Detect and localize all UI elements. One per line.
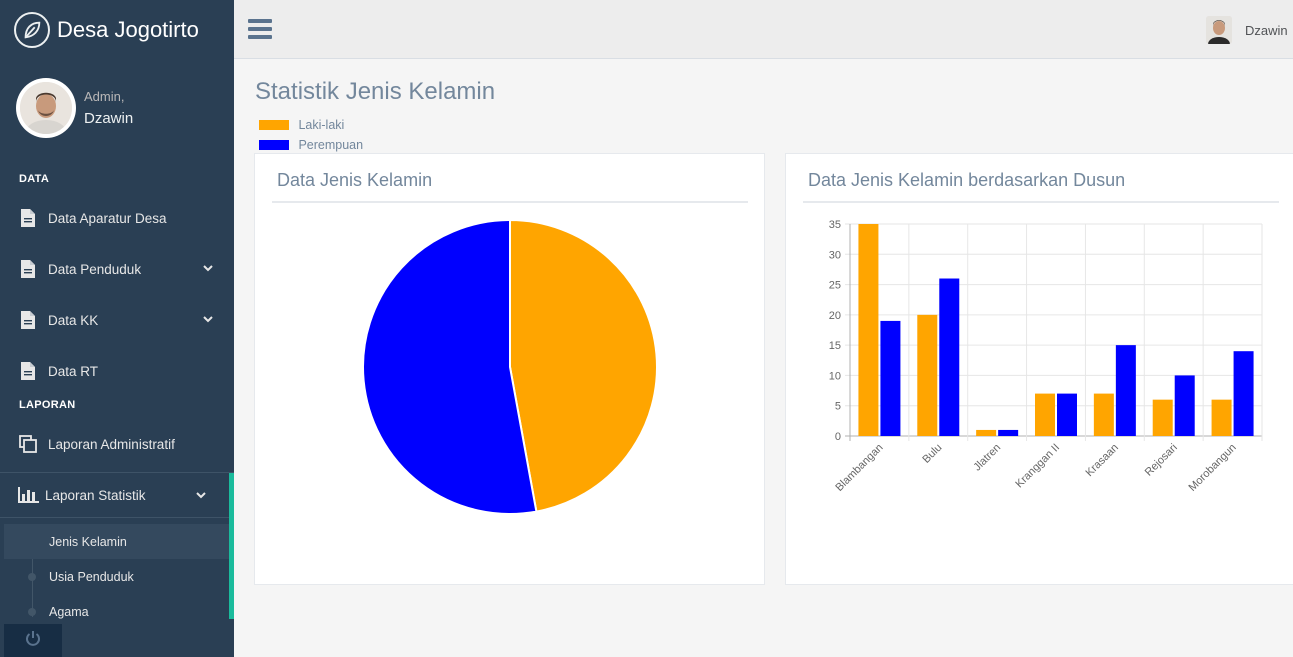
bar-perempuan-bulu[interactable]: [939, 278, 960, 436]
x-tick-label: Jlatren: [971, 442, 1003, 474]
x-tick-label: Blambangan: [833, 442, 885, 494]
top-navbar: Dzawin: [234, 0, 1293, 59]
profile-welcome: Admin,: [84, 89, 125, 104]
brand-link[interactable]: Desa Jogotirto: [0, 0, 234, 60]
section-data-label: DATA: [19, 173, 50, 185]
document-icon: [18, 311, 38, 329]
pie-slice-laki-laki[interactable]: [509, 218, 658, 513]
y-tick-label: 10: [829, 370, 841, 382]
submenu-item-jenis-kelamin[interactable]: Jenis Kelamin: [4, 524, 229, 559]
sidebar-item-data-rt[interactable]: Data RT: [0, 351, 234, 391]
y-tick-label: 15: [829, 340, 841, 352]
legend-item-perempuan: Perempuan: [259, 136, 363, 154]
x-tick-label: Rejosari: [1143, 442, 1180, 479]
bar-chart-panel: Data Jenis Kelamin berdasarkan Dusun 051…: [785, 153, 1293, 585]
copy-icon: [18, 435, 38, 453]
sidebar-item-laporan-administratif[interactable]: Laporan Administratif: [0, 424, 234, 464]
bar-perempuan-krasaan[interactable]: [1115, 345, 1136, 436]
x-tick-label: Morobangun: [1187, 442, 1239, 494]
power-icon: [25, 630, 41, 652]
sidebar: Desa Jogotirto Admin, Dzawin DATA Data A…: [0, 0, 234, 657]
avatar: [16, 78, 76, 138]
document-icon: [18, 362, 38, 380]
y-tick-label: 35: [829, 219, 841, 231]
legend-item-laki-laki: Laki-laki: [259, 116, 344, 134]
bar-laki-laki-jlatren[interactable]: [976, 429, 997, 436]
bar-laki-laki-morobangun[interactable]: [1211, 399, 1232, 436]
legend-swatch: [259, 119, 289, 130]
sidebar-item-label: Data KK: [48, 312, 99, 328]
legend-swatch: [259, 139, 289, 150]
chevron-down-icon: [202, 313, 214, 328]
legend-label: Laki-laki: [298, 117, 345, 132]
sidebar-item-data-aparatur-desa[interactable]: Data Aparatur Desa: [0, 198, 234, 238]
pie-chart: [362, 218, 658, 515]
submenu-label: Jenis Kelamin: [49, 534, 127, 549]
submenu-label: Usia Penduduk: [49, 569, 134, 584]
pie-chart-panel: Data Jenis Kelamin: [254, 153, 765, 585]
bar-laki-laki-kranggan-ii[interactable]: [1035, 393, 1055, 436]
x-tick-label: Bulu: [920, 442, 944, 466]
sidebar-item-data-penduduk[interactable]: Data Penduduk: [0, 249, 234, 289]
page-title: Statistik Jenis Kelamin: [255, 78, 496, 105]
bar-laki-laki-blambangan[interactable]: [858, 224, 879, 436]
bar-laki-laki-krasaan[interactable]: [1093, 393, 1114, 436]
bar-perempuan-morobangun[interactable]: [1233, 351, 1254, 436]
leaf-icon: [14, 12, 50, 48]
section-laporan-label: LAPORAN: [19, 399, 76, 411]
sidebar-item-label: Data Aparatur Desa: [48, 210, 167, 226]
menu-toggle-icon[interactable]: [248, 18, 272, 40]
profile-name: Dzawin: [84, 110, 134, 127]
submenu-label: Agama: [49, 604, 89, 619]
y-tick-label: 5: [835, 401, 841, 413]
y-tick-label: 20: [829, 310, 841, 322]
user-menu[interactable]: Dzawin: [1206, 16, 1288, 44]
bar-perempuan-kranggan-ii[interactable]: [1057, 393, 1077, 436]
sidebar-group-laporan-statistik: Laporan Statistik Jenis Kelamin Usia Pen…: [0, 472, 234, 624]
sidebar-item-label: Laporan Statistik: [45, 487, 146, 503]
y-tick-label: 25: [829, 280, 841, 292]
submenu-item-usia-penduduk[interactable]: Usia Penduduk: [4, 559, 229, 594]
bar-perempuan-rejosari[interactable]: [1174, 375, 1195, 436]
user-avatar: [1206, 16, 1232, 44]
y-tick-label: 30: [829, 249, 841, 261]
profile-block: Admin, Dzawin: [16, 78, 133, 138]
x-tick-label: Kranggan II: [1013, 442, 1062, 491]
x-tick-label: Krasaan: [1084, 442, 1121, 479]
bar-chart-icon: [18, 487, 39, 503]
sidebar-item-laporan-statistik[interactable]: Laporan Statistik: [0, 473, 229, 518]
bar-laki-laki-bulu[interactable]: [917, 314, 938, 436]
y-tick-label: 0: [835, 431, 841, 443]
bar-perempuan-jlatren[interactable]: [998, 429, 1019, 436]
chevron-down-icon: [195, 489, 207, 504]
sidebar-item-label: Data Penduduk: [48, 261, 142, 277]
legend-label: Perempuan: [298, 137, 364, 152]
bar-chart: 0 5 10 15 20 25 30 35 Blambangan Bulu Jlatren Krang…: [829, 219, 1263, 494]
user-name: Dzawin: [1245, 22, 1288, 38]
sidebar-item-label: Laporan Administratif: [48, 436, 175, 452]
brand-title: Desa Jogotirto: [57, 17, 199, 42]
logout-button[interactable]: [4, 624, 62, 657]
document-icon: [18, 209, 38, 227]
sidebar-item-label: Data RT: [48, 363, 99, 379]
bar-laki-laki-rejosari[interactable]: [1152, 399, 1173, 436]
sidebar-item-data-kk[interactable]: Data KK: [0, 300, 234, 340]
pie-slice-perempuan[interactable]: [362, 218, 538, 515]
chevron-down-icon: [202, 262, 214, 277]
bar-perempuan-blambangan[interactable]: [880, 320, 901, 436]
document-icon: [18, 260, 38, 278]
